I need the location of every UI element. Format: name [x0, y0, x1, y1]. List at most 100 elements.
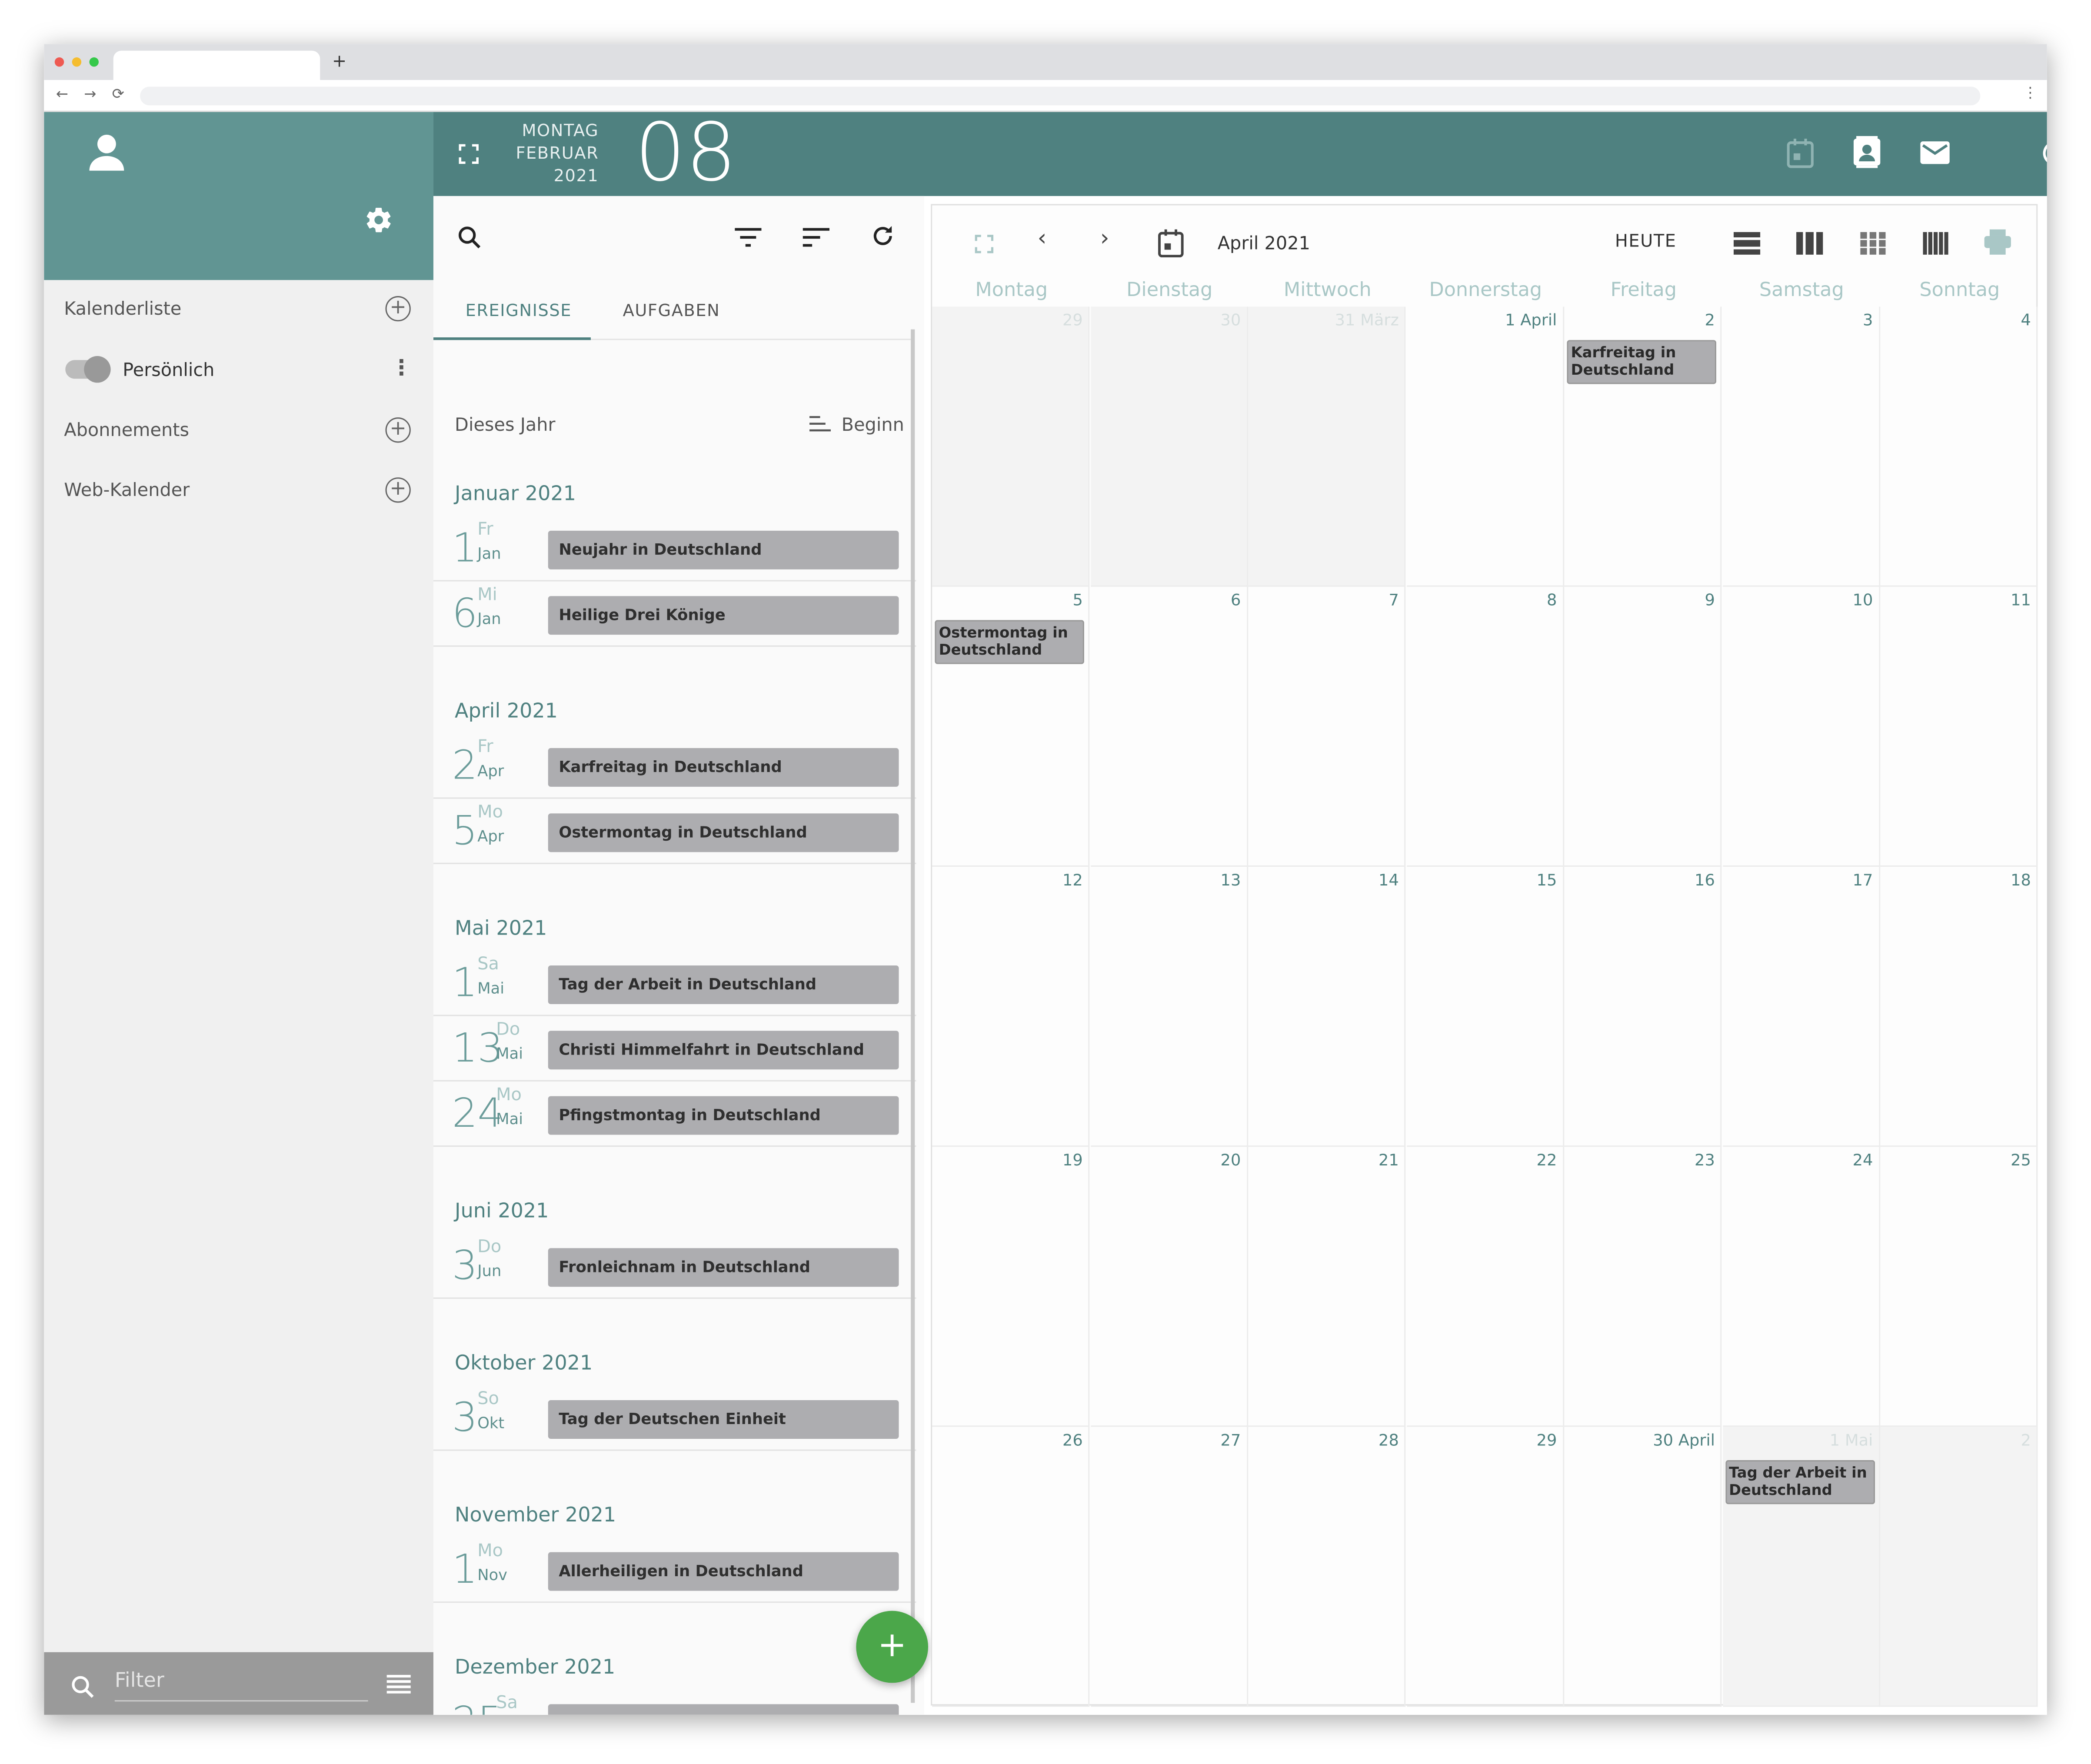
- day-cell[interactable]: 25: [1880, 1147, 2038, 1427]
- tab-aufgaben[interactable]: AUFGABEN: [623, 300, 720, 320]
- timeline-view-icon[interactable]: [1923, 232, 1948, 255]
- list-item[interactable]: 13 Do Mai Christi Himmelfahrt in Deutschlan…: [433, 1018, 916, 1082]
- day-view-icon[interactable]: [1733, 232, 1761, 255]
- filter-icon[interactable]: [735, 228, 762, 247]
- event-chip[interactable]: Christi Himmelfahrt in Deutschland: [548, 1031, 899, 1070]
- day-cell[interactable]: 8: [1406, 586, 1564, 867]
- day-cell[interactable]: 14: [1248, 866, 1406, 1147]
- add-subscription-icon[interactable]: +: [385, 417, 411, 443]
- user-icon[interactable]: [88, 133, 125, 173]
- add-event-button[interactable]: +: [856, 1611, 929, 1683]
- day-cell[interactable]: 5 Ostermontag in Deutschland: [932, 586, 1090, 867]
- day-cell[interactable]: 2: [1880, 1427, 2038, 1707]
- sidebar-item-kalenderliste[interactable]: Kalenderliste: [64, 299, 181, 320]
- day-cell[interactable]: 7: [1248, 586, 1406, 867]
- day-cell[interactable]: 19: [932, 1147, 1090, 1427]
- tab-ereignisse[interactable]: EREIGNISSE: [466, 300, 572, 320]
- add-calendar-icon[interactable]: +: [385, 296, 411, 322]
- next-month-icon[interactable]: ›: [1100, 225, 1109, 252]
- fullscreen-icon[interactable]: [459, 144, 479, 164]
- sort-icon[interactable]: [802, 228, 830, 247]
- day-cell[interactable]: 26: [932, 1427, 1090, 1707]
- event-chip[interactable]: Ostermontag in Deutschland: [548, 813, 899, 852]
- browser-tab[interactable]: [113, 50, 320, 80]
- sort-selector[interactable]: Beginn: [842, 415, 904, 436]
- close-dot[interactable]: [54, 57, 64, 67]
- week-view-icon[interactable]: [1796, 232, 1823, 255]
- month-view-icon[interactable]: [1860, 232, 1886, 255]
- event-chip[interactable]: Pfingstmontag in Deutschland: [548, 1096, 899, 1135]
- list-item[interactable]: 2 Fr Apr Karfreitag in Deutschland: [433, 735, 916, 799]
- prev-month-icon[interactable]: ‹: [1038, 225, 1047, 252]
- day-cell[interactable]: 20: [1090, 1147, 1248, 1427]
- day-cell[interactable]: 23: [1564, 1147, 1722, 1427]
- list-item[interactable]: 3 Do Jun Fronleichnam in Deutschland: [433, 1235, 916, 1299]
- day-cell[interactable]: 24: [1722, 1147, 1880, 1427]
- event-chip[interactable]: Neujahr in Deutschland: [548, 530, 899, 569]
- event-chip[interactable]: Allerheiligen in Deutschland: [548, 1552, 899, 1591]
- add-webcal-icon[interactable]: +: [385, 477, 411, 503]
- calendar-event[interactable]: Karfreitag in Deutschland: [1567, 340, 1717, 384]
- day-cell[interactable]: 3: [1722, 306, 1880, 587]
- gear-icon[interactable]: [364, 205, 393, 234]
- day-cell[interactable]: 16: [1564, 866, 1722, 1147]
- day-cell[interactable]: 22: [1406, 1147, 1564, 1427]
- day-cell[interactable]: 10: [1722, 586, 1880, 867]
- sidebar-item-web-kalender[interactable]: Web-Kalender: [64, 480, 190, 501]
- day-cell[interactable]: 18: [1880, 866, 2038, 1147]
- day-cell[interactable]: 28: [1248, 1427, 1406, 1707]
- list-icon[interactable]: [386, 1674, 411, 1694]
- day-cell[interactable]: 12: [932, 866, 1090, 1147]
- day-cell[interactable]: 17: [1722, 866, 1880, 1147]
- url-field[interactable]: [140, 87, 1981, 106]
- mail-icon[interactable]: [1920, 141, 1950, 164]
- day-cell[interactable]: 2 Karfreitag in Deutschland: [1564, 306, 1722, 587]
- list-item[interactable]: 3 So Okt Tag der Deutschen Einheit: [433, 1387, 916, 1451]
- event-chip[interactable]: Fronleichnam in Deutschland: [548, 1248, 899, 1287]
- day-cell[interactable]: 29: [1406, 1427, 1564, 1707]
- forward-icon[interactable]: →: [84, 85, 96, 103]
- more-vert-icon[interactable]: ⋮: [391, 355, 412, 380]
- event-chip[interactable]: 1. Weihnachtstag in Deutschland: [548, 1704, 899, 1715]
- sidebar-item-persoenlich[interactable]: Persönlich: [123, 360, 214, 381]
- reload-icon[interactable]: ⟳: [112, 85, 124, 103]
- calendar-event[interactable]: Ostermontag in Deutschland: [935, 620, 1084, 664]
- filter-input[interactable]: Filter: [115, 1668, 164, 1692]
- day-cell[interactable]: 21: [1248, 1147, 1406, 1427]
- browser-menu-icon[interactable]: ⋮: [2023, 84, 2038, 101]
- day-cell[interactable]: 31 März: [1248, 306, 1406, 587]
- day-cell[interactable]: 27: [1090, 1427, 1248, 1707]
- scrollbar[interactable]: [911, 329, 915, 1703]
- day-cell[interactable]: 6: [1090, 586, 1248, 867]
- day-cell[interactable]: 13: [1090, 866, 1248, 1147]
- search-icon[interactable]: [456, 224, 483, 250]
- range-selector[interactable]: Dieses Jahr: [455, 415, 556, 436]
- calendar-event[interactable]: Tag der Arbeit in Deutschland: [1725, 1460, 1875, 1504]
- print-icon[interactable]: [1984, 229, 2011, 255]
- align-icon[interactable]: [809, 416, 831, 432]
- event-chip[interactable]: Tag der Arbeit in Deutschland: [548, 965, 899, 1004]
- list-item[interactable]: 6 Mi Jan Heilige Drei Könige: [433, 583, 916, 647]
- maximize-dot[interactable]: [89, 57, 99, 67]
- event-chip[interactable]: Heilige Drei Könige: [548, 596, 899, 635]
- day-cell[interactable]: 30: [1090, 306, 1248, 587]
- calendar-icon[interactable]: [1787, 139, 1814, 168]
- day-cell[interactable]: 29: [932, 306, 1090, 587]
- power-icon[interactable]: [2041, 137, 2047, 166]
- persoenlich-toggle[interactable]: [65, 356, 111, 383]
- event-chip[interactable]: Karfreitag in Deutschland: [548, 748, 899, 787]
- day-cell[interactable]: 15: [1406, 866, 1564, 1147]
- date-picker-icon[interactable]: [1158, 229, 1184, 258]
- minimize-dot[interactable]: [72, 57, 82, 67]
- list-item[interactable]: 25SaDez1. Weihnachtstag in Deutschland: [433, 1691, 916, 1715]
- day-cell[interactable]: 1 Mai Tag der Arbeit in Deutschland: [1722, 1427, 1880, 1707]
- refresh-icon[interactable]: [869, 223, 896, 249]
- expand-icon[interactable]: [975, 235, 994, 253]
- day-cell[interactable]: 9: [1564, 586, 1722, 867]
- list-item[interactable]: 1 Sa Mai Tag der Arbeit in Deutschland: [433, 952, 916, 1016]
- sidebar-item-abonnements[interactable]: Abonnements: [64, 420, 189, 441]
- new-tab-button[interactable]: +: [332, 52, 346, 72]
- day-cell[interactable]: 11: [1880, 586, 2038, 867]
- day-cell[interactable]: 1 April: [1406, 306, 1564, 587]
- event-chip[interactable]: Tag der Deutschen Einheit: [548, 1400, 899, 1439]
